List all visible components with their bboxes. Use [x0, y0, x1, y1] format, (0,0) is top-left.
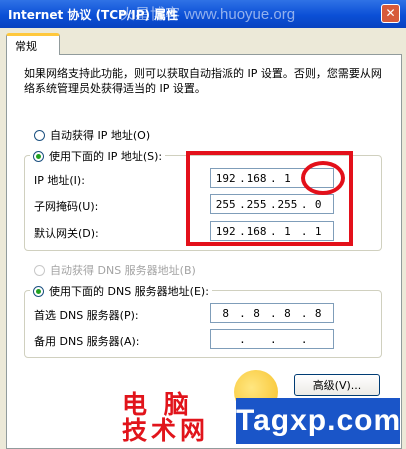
dns-manual-label: 使用下面的 DNS 服务器地址(E): [49, 285, 209, 298]
watermark-cn-line1: 电 脑 [122, 390, 193, 419]
watermark-site-banner: Tagxp.com [236, 398, 400, 444]
octet-dot: . [239, 197, 246, 211]
preferred-dns-input[interactable]: 8. 8. 8. 8 [210, 303, 334, 323]
ip-address-input[interactable]: 192. 168. 1. [210, 168, 334, 188]
octet-dot: . [239, 171, 246, 185]
dns-auto-option: 自动获得 DNS 服务器地址(B) [34, 262, 196, 278]
dns1-octet-1: 8 [222, 306, 230, 320]
dns1-octet-2: 8 [253, 306, 260, 320]
octet-dot: . [239, 332, 246, 346]
default-gateway-label: 默认网关(D): [34, 227, 99, 240]
watermark-url: 火星博客 www.huoyue.org [120, 6, 296, 23]
ip-auto-radio[interactable] [34, 129, 45, 141]
ip-auto-label: 自动获得 IP 地址(O) [50, 129, 151, 142]
gateway-octet-4: 1 [314, 224, 322, 238]
dns1-octet-4: 8 [314, 306, 322, 320]
octet-dot: . [269, 197, 277, 211]
subnet-mask-label: 子网掩码(U): [34, 200, 99, 213]
octet-dot: . [300, 171, 308, 185]
ip-octet-1: 192 [215, 171, 236, 185]
octet-dot: . [269, 332, 277, 346]
dns-manual-radio[interactable] [33, 285, 44, 297]
gateway-octet-2: 168 [246, 224, 267, 238]
ip-address-label: IP 地址(I): [34, 174, 85, 187]
ip-auto-option[interactable]: 自动获得 IP 地址(O) [34, 127, 150, 143]
octet-dot: . [300, 224, 308, 238]
gateway-octet-1: 192 [215, 224, 236, 238]
octet-dot: . [300, 332, 308, 346]
octet-dot: . [269, 306, 277, 320]
watermark-cn-text: 电 脑 技术网 [122, 392, 234, 444]
mask-octet-1: 255 [215, 197, 236, 211]
watermark-cn-line2: 技术网 [122, 416, 210, 445]
mask-octet-3: 255 [277, 197, 298, 211]
mask-octet-4: 0 [314, 197, 322, 211]
gateway-octet-3: 1 [284, 224, 291, 238]
alternate-dns-label: 备用 DNS 服务器(A): [34, 335, 140, 348]
preferred-dns-label: 首选 DNS 服务器(P): [34, 309, 139, 322]
mask-octet-2: 255 [246, 197, 267, 211]
close-icon[interactable]: ✕ [381, 4, 400, 23]
ip-manual-label: 使用下面的 IP 地址(S): [49, 150, 163, 163]
ip-manual-option[interactable]: 使用下面的 IP 地址(S): [30, 148, 166, 164]
dns-auto-radio [34, 264, 45, 276]
ip-octet-2: 168 [246, 171, 267, 185]
octet-dot: . [300, 197, 308, 211]
dns-auto-label: 自动获得 DNS 服务器地址(B) [50, 264, 196, 277]
advanced-button[interactable]: 高级(V)... [294, 374, 380, 396]
octet-dot: . [269, 171, 277, 185]
title-bar[interactable]: Internet 协议 (TCP/IP) 属性 火星博客 www.huoyue.… [0, 0, 406, 28]
octet-dot: . [239, 306, 246, 320]
ip-manual-radio[interactable] [33, 150, 44, 162]
octet-dot: . [300, 306, 308, 320]
alternate-dns-input[interactable]: . . . [210, 329, 334, 349]
octet-dot: . [269, 224, 277, 238]
description-text: 如果网络支持此功能，则可以获取自动指派的 IP 设置。否则，您需要从网络系统管理… [24, 67, 382, 95]
dns-manual-option[interactable]: 使用下面的 DNS 服务器地址(E): [30, 283, 212, 299]
subnet-mask-input[interactable]: 255. 255. 255. 0 [210, 194, 334, 214]
tab-general[interactable]: 常规 [6, 33, 60, 55]
octet-dot: . [239, 224, 246, 238]
tab-general-label: 常规 [15, 40, 37, 53]
ip-octet-3: 1 [284, 171, 291, 185]
dns1-octet-3: 8 [284, 306, 291, 320]
default-gateway-input[interactable]: 192. 168. 1. 1 [210, 221, 334, 241]
